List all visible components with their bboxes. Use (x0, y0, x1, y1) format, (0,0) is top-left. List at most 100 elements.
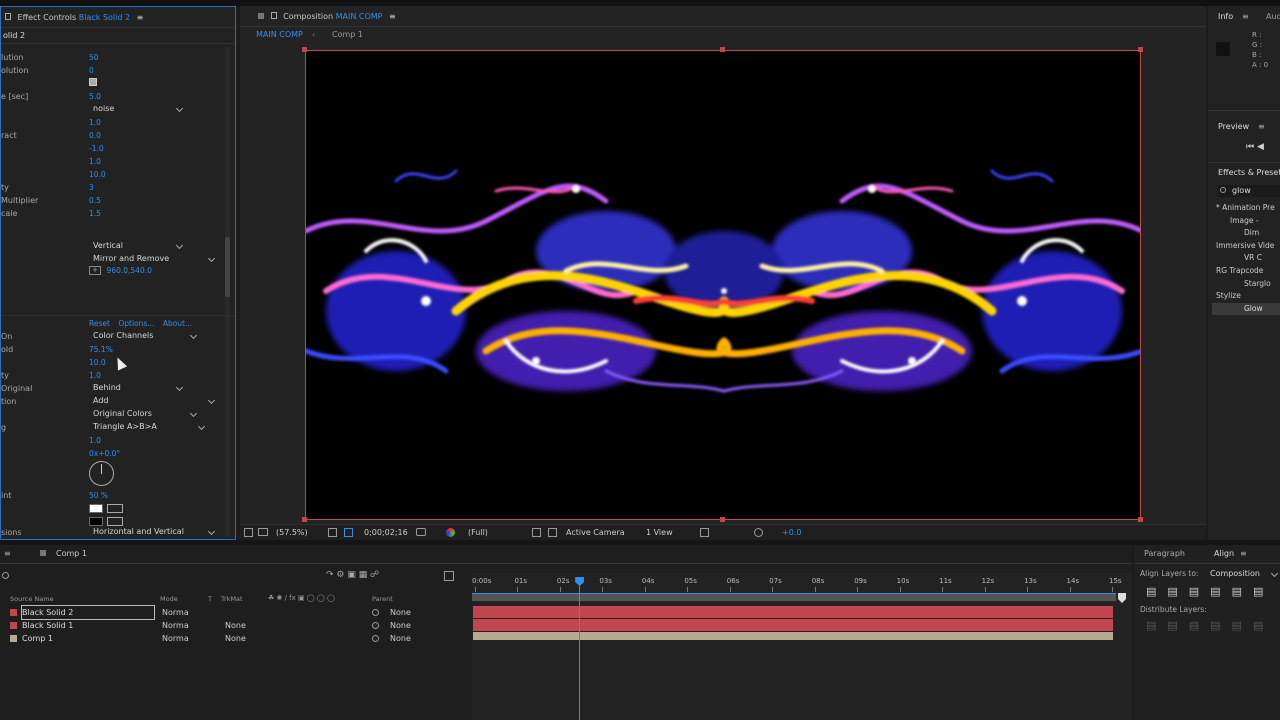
crosshair-icon[interactable]: + (89, 266, 101, 275)
panel-menu-icon[interactable]: ≡ (137, 13, 144, 22)
param-value[interactable]: 0.0 (89, 131, 101, 140)
effects-tree-item[interactable]: Dim (1212, 227, 1280, 240)
align-to-dropdown[interactable]: Composition (1208, 568, 1280, 579)
layer-parent-dropdown[interactable]: None (390, 606, 411, 619)
glow-param-dropdown[interactable]: Original Colors (91, 408, 199, 419)
layer-trkmat-dropdown[interactable]: None (225, 619, 246, 632)
close-icon[interactable] (40, 550, 46, 556)
param-value[interactable]: 50 (89, 53, 99, 62)
snapshot-icon[interactable] (416, 528, 426, 536)
center-point-value[interactable]: 960.0,540.0 (107, 266, 152, 275)
effect-controls-scrollbar[interactable] (225, 47, 230, 537)
mirror-mode-dropdown[interactable]: Mirror and Remove (91, 253, 217, 264)
graph-editor-icon[interactable] (444, 571, 454, 581)
angle-dial[interactable] (89, 461, 114, 486)
mask-icon[interactable] (344, 528, 353, 537)
views-dropdown[interactable]: 1 View (646, 528, 673, 537)
param-value[interactable]: 1.5 (89, 209, 101, 218)
lock-icon[interactable] (270, 12, 277, 19)
layer-duration-bar[interactable] (473, 619, 1113, 631)
layer-color-label[interactable] (10, 635, 17, 642)
glow-param-value[interactable]: 1.0 (89, 436, 101, 445)
parent-pickwhip-icon[interactable] (372, 635, 379, 642)
timeline-switch-icons[interactable]: ↷ ⚙ ▣ ▦ ☍ (326, 570, 379, 580)
header-source-name[interactable]: Source Name (10, 595, 54, 603)
layer-duration-bar[interactable] (473, 606, 1113, 618)
effects-tree-item[interactable]: Stylize (1212, 290, 1280, 303)
tab-paragraph[interactable]: Paragraph (1144, 549, 1185, 558)
param-checkbox[interactable] (89, 78, 97, 86)
glow-param-value[interactable]: 50 % (89, 491, 108, 500)
header-t[interactable]: T (208, 595, 212, 603)
effect-controls-header[interactable]: Effect Controls Black Solid 2 ≡ (5, 9, 143, 27)
effects-tree-item[interactable]: Image - (1212, 215, 1280, 228)
glow-param-value[interactable]: 0x+0.0° (89, 449, 120, 458)
glow-param-dropdown[interactable]: Add (91, 395, 217, 406)
reset-link[interactable]: Reset (89, 319, 110, 328)
options-link[interactable]: Options... (118, 319, 154, 328)
current-time[interactable]: 0;00;02;16 (364, 528, 408, 537)
view-options-icon[interactable] (700, 528, 709, 537)
work-area-bar[interactable] (472, 593, 1116, 601)
region-icon[interactable] (532, 528, 541, 537)
param-value[interactable]: 1.0 (89, 118, 101, 127)
effects-tree-item[interactable]: Glow (1212, 302, 1280, 316)
parent-pickwhip-icon[interactable] (372, 609, 379, 616)
color-b-swatch[interactable] (89, 517, 103, 526)
color-a-swatch[interactable] (89, 504, 103, 513)
glow-param-value[interactable]: 75.1% (89, 345, 113, 354)
parent-pickwhip-icon[interactable] (372, 622, 379, 629)
layer-color-label[interactable] (10, 609, 17, 616)
zoom-dropdown[interactable]: (57.5%) (276, 528, 308, 537)
tab-comp-1[interactable]: Comp 1 (332, 30, 363, 39)
layer-color-label[interactable] (10, 622, 17, 629)
mirror-direction-dropdown[interactable]: Vertical (91, 240, 185, 251)
tab-info[interactable]: Info (1218, 12, 1233, 21)
exposure-value[interactable]: +0.0 (782, 528, 801, 537)
about-link[interactable]: About... (163, 319, 192, 328)
param-value[interactable]: 5.0 (89, 92, 101, 101)
layer-row[interactable]: Comp 1 Norma None None (0, 632, 470, 645)
layer-row[interactable]: Black Solid 2 Norma None (0, 605, 470, 620)
param-value[interactable]: 1.0 (89, 157, 101, 166)
tab-preview[interactable]: Preview (1218, 122, 1249, 131)
glow-param-value[interactable]: 1.0 (89, 371, 101, 380)
param-value[interactable]: -1.0 (89, 144, 104, 153)
layer-mode-dropdown[interactable]: Norma (162, 632, 189, 645)
effects-tree-item[interactable]: * Animation Pre (1212, 202, 1280, 215)
layer-parent-dropdown[interactable]: None (390, 619, 411, 632)
color-channel-icon[interactable] (446, 528, 455, 537)
layer-mode-dropdown[interactable]: Norma (162, 619, 189, 632)
resolution-dropdown[interactable]: (Full) (468, 528, 488, 537)
composition-viewer[interactable] (305, 50, 1141, 520)
layer-trkmat-dropdown[interactable]: None (225, 632, 246, 645)
composition-header[interactable]: Composition MAIN COMP ≡ (258, 8, 396, 26)
glow-param-dropdown[interactable]: Horizontal and Vertical (91, 526, 217, 537)
panel-menu-icon[interactable]: ≡ (389, 12, 396, 21)
header-mode[interactable]: Mode (160, 595, 178, 603)
layer-row[interactable]: Black Solid 1 Norma None None (0, 619, 470, 632)
grid-icon[interactable] (328, 528, 337, 537)
playhead[interactable] (575, 577, 585, 720)
timeline-tab[interactable]: Comp 1 (56, 549, 87, 558)
glow-param-dropdown[interactable]: Behind (91, 382, 185, 393)
search-icon[interactable] (2, 572, 9, 579)
effects-tree-item[interactable]: Immersive Vide (1212, 240, 1280, 253)
tab-main-comp[interactable]: MAIN COMP (256, 30, 303, 39)
param-dropdown[interactable]: noise (91, 103, 185, 114)
close-icon[interactable] (258, 13, 264, 19)
header-parent[interactable]: Parent (372, 595, 393, 603)
tab-audio[interactable]: Aud (1266, 12, 1280, 21)
param-value[interactable]: 3 (89, 183, 94, 192)
param-value[interactable]: 0.5 (89, 196, 101, 205)
camera-dropdown[interactable]: Active Camera (566, 528, 625, 537)
preview-controls[interactable]: ⏮ ◀ (1246, 142, 1264, 152)
layer-duration-bar[interactable] (473, 632, 1113, 640)
param-value[interactable]: 10.0 (89, 170, 106, 179)
center-point-control[interactable]: + 960.0,540.0 (89, 266, 152, 275)
header-trkmat[interactable]: TrkMat (221, 595, 243, 603)
transparency-icon[interactable] (548, 528, 557, 537)
layer-mode-dropdown[interactable]: Norma (162, 606, 189, 619)
reset-exposure-icon[interactable] (754, 528, 763, 537)
monitor-icon[interactable] (258, 528, 268, 536)
